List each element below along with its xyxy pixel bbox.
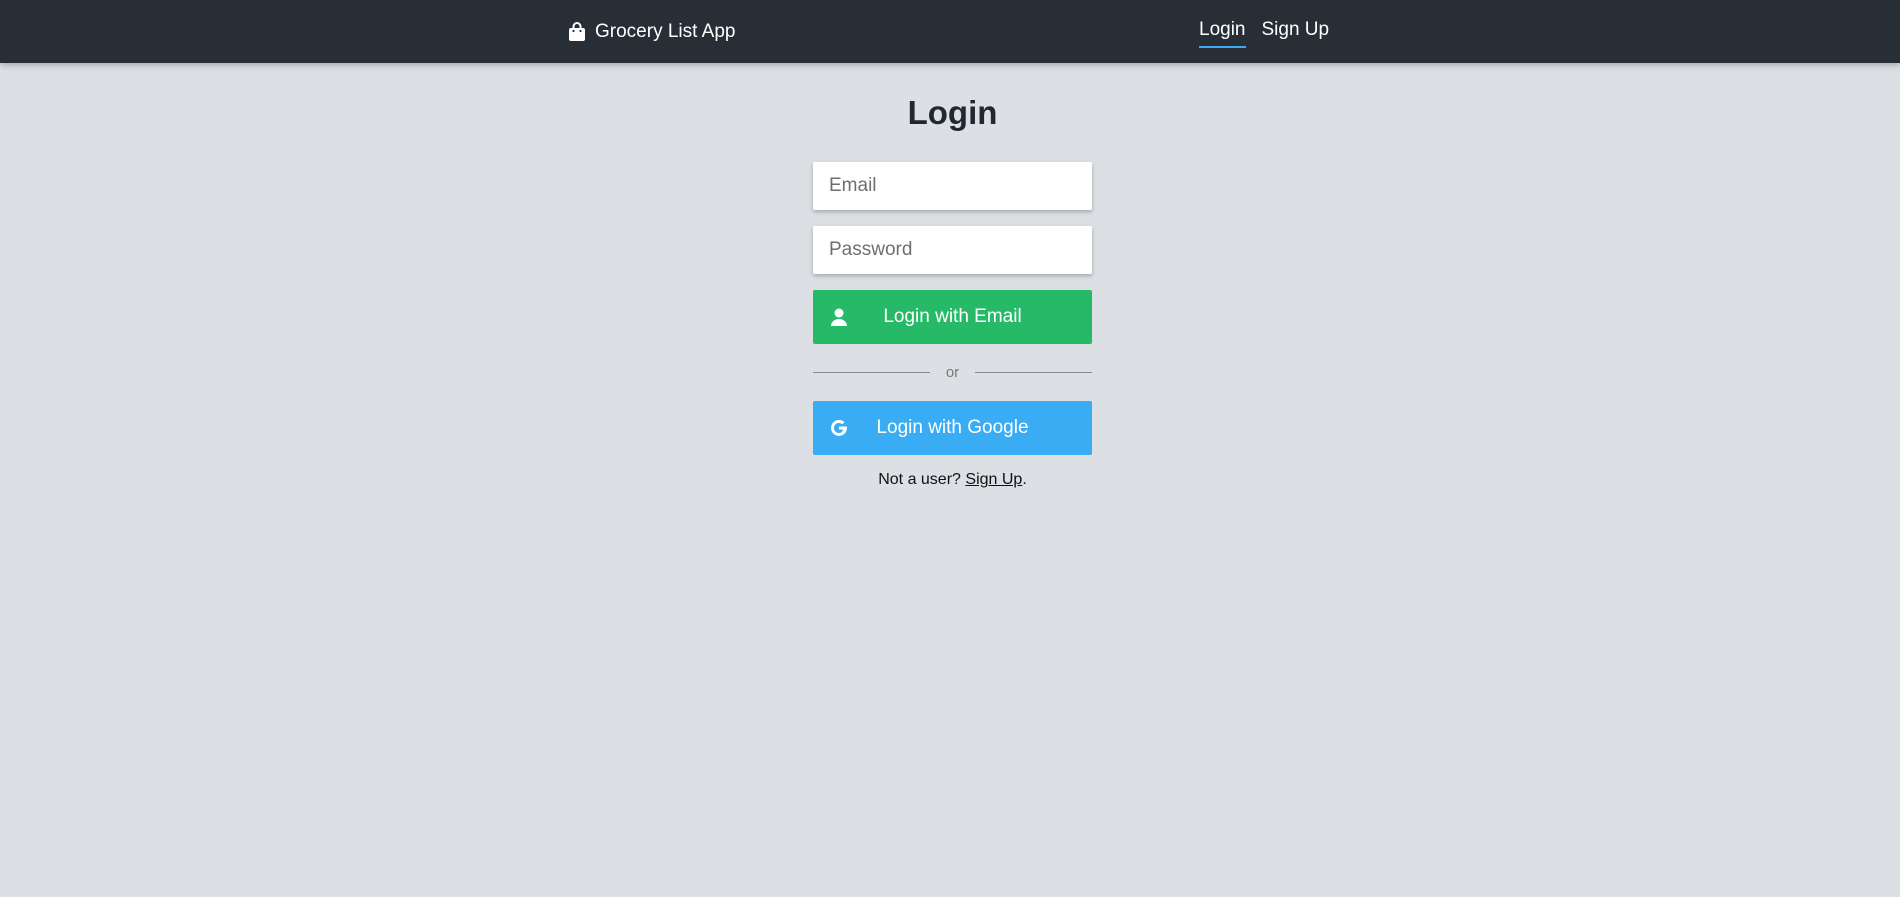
user-icon <box>829 307 849 327</box>
login-panel: Login Login with Email or Login with Goo… <box>813 63 1092 489</box>
nav-login-link[interactable]: Login <box>1199 19 1246 48</box>
brand-link[interactable]: Grocery List App <box>568 0 735 63</box>
or-divider: or <box>813 344 1092 401</box>
signup-prompt-text: Not a user? <box>878 471 961 488</box>
brand-label: Grocery List App <box>595 20 736 42</box>
page-title: Login <box>907 94 998 131</box>
shopping-bag-icon <box>568 21 586 42</box>
signup-prompt: Not a user? Sign Up. <box>813 471 1092 489</box>
google-icon <box>829 418 849 438</box>
email-field[interactable] <box>813 162 1092 210</box>
divider-line-left <box>813 372 930 373</box>
top-navbar: Grocery List App Login Sign Up <box>0 0 1900 63</box>
login-with-google-button[interactable]: Login with Google <box>813 401 1092 455</box>
divider-text: or <box>945 364 960 381</box>
login-with-google-label: Login with Google <box>876 417 1029 438</box>
login-with-email-label: Login with Email <box>883 306 1022 327</box>
password-field[interactable] <box>813 226 1092 274</box>
signup-link[interactable]: Sign Up <box>965 471 1022 488</box>
divider-line-right <box>975 372 1092 373</box>
signup-suffix: . <box>1022 471 1027 488</box>
nav-signup-link[interactable]: Sign Up <box>1262 19 1330 45</box>
login-with-email-button[interactable]: Login with Email <box>813 290 1092 344</box>
main-nav: Login Sign Up <box>1199 0 1345 63</box>
